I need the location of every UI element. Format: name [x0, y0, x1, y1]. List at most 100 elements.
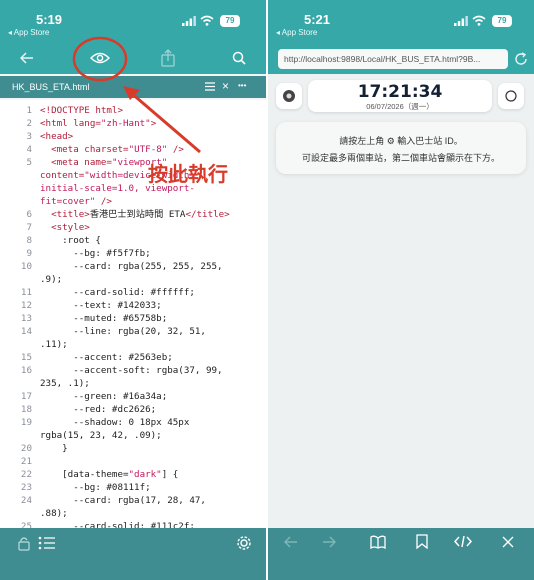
code-text: }: [40, 443, 68, 454]
line-number: 22: [20, 469, 32, 480]
code-line: 10 --card: rgba(255, 255, 255,: [0, 260, 266, 273]
code-text: --accent-soft: rgba(37, 99,: [40, 365, 223, 376]
code-line: 24 --card: rgba(17, 28, 47,: [0, 494, 266, 507]
browser-bottom-bar: [268, 528, 534, 580]
line-number: 5: [26, 157, 32, 168]
code-line: 9 --bg: #f5f7fb;: [0, 247, 266, 260]
code-text: <style>: [51, 222, 90, 233]
line-number: 19: [20, 417, 32, 428]
signal-icon: [182, 16, 196, 26]
code-line: 16 --accent-soft: rgba(37, 99,: [0, 364, 266, 377]
line-number: 14: [20, 326, 32, 337]
info-card: 請按左上角 ⚙ 輸入巴士站 ID。 可設定最多兩個車站，第二個車站會顯示在下方。: [276, 122, 526, 174]
annotation-run-label: 按此執行: [148, 164, 228, 186]
line-number: 13: [20, 313, 32, 324]
reload-icon[interactable]: [514, 52, 528, 66]
code-line: 11 --card-solid: #ffffff;: [0, 286, 266, 299]
line-number: 8: [26, 235, 32, 246]
clock-card: 17:21:34 06/07/2026（週一）: [308, 80, 492, 112]
code-line: rgba(15, 23, 42, .09);: [0, 429, 266, 442]
code-text: fit=cover" />: [40, 196, 112, 207]
theme-toggle-button[interactable]: [498, 83, 524, 109]
code-text: --card: rgba(17, 28, 47,: [40, 495, 206, 506]
line-number: 10: [20, 261, 32, 272]
code-line: 12 --text: #142033;: [0, 299, 266, 312]
book-icon[interactable]: [370, 535, 386, 549]
code-text: --card-solid: #ffffff;: [40, 287, 195, 298]
wifi-icon: [472, 15, 486, 26]
code-text: --muted: #65758b;: [40, 313, 168, 324]
list-icon[interactable]: [38, 536, 56, 550]
close-tab-icon[interactable]: ×: [222, 79, 229, 93]
close-icon[interactable]: [502, 536, 514, 548]
lock-icon[interactable]: [18, 536, 30, 551]
line-number: 1: [26, 105, 32, 116]
code-line: 22 [data-theme="dark"] {: [0, 468, 266, 481]
code-line: 6 <title>香港巴士到站時間 ETA</title>: [0, 208, 266, 221]
line-number: 18: [20, 404, 32, 415]
current-time: 17:21:34: [357, 82, 443, 102]
line-number: 2: [26, 118, 32, 129]
more-icon[interactable]: •••: [238, 81, 246, 90]
search-icon[interactable]: [232, 51, 246, 65]
code-line: 13 --muted: #65758b;: [0, 312, 266, 325]
battery-icon: 79: [492, 15, 512, 27]
code-line: 20 }: [0, 442, 266, 455]
code-text: [data-theme="dark"] {: [40, 469, 179, 480]
code-line: 8 :root {: [0, 234, 266, 247]
code-text: .88);: [40, 508, 68, 519]
line-number: 11: [20, 287, 32, 298]
back-arrow-icon[interactable]: [20, 52, 34, 64]
line-number: 7: [26, 222, 32, 233]
browser-preview-screen: 5:21 ◂ App Store 79 http://localhost:989…: [268, 0, 534, 580]
code-text: --accent: #2563eb;: [40, 352, 173, 363]
back-to-app-store[interactable]: ◂ App Store: [276, 28, 317, 37]
line-number: 12: [20, 300, 32, 311]
settings-gear-icon[interactable]: [236, 535, 252, 551]
code-text: 235, .1);: [40, 378, 90, 389]
code-text: --bg: #08111f;: [40, 482, 151, 493]
code-text: --line: rgba(20, 32, 51,: [40, 326, 206, 337]
bookmark-icon[interactable]: [416, 534, 428, 549]
code-text: --bg: #f5f7fb;: [40, 248, 151, 259]
settings-button[interactable]: [276, 83, 302, 109]
code-line: 19 --shadow: 0 18px 45px: [0, 416, 266, 429]
code-line: 14 --line: rgba(20, 32, 51,: [0, 325, 266, 338]
line-number: 21: [20, 456, 32, 467]
line-number: 6: [26, 209, 32, 220]
code-line: 23 --bg: #08111f;: [0, 481, 266, 494]
info-line-1: 請按左上角 ⚙ 輸入巴士站 ID。: [339, 136, 463, 146]
back-to-app-store[interactable]: ◂ App Store: [8, 28, 49, 37]
line-number: 16: [20, 365, 32, 376]
line-number: 17: [20, 391, 32, 402]
code-text: .9);: [40, 274, 63, 285]
line-number: 9: [26, 248, 32, 259]
code-text: --card: rgba(255, 255, 255,: [40, 261, 223, 272]
line-number: 24: [20, 495, 32, 506]
code-editor-screen: 5:19 ◂ App Store 79 HK_BUS_ETA.html × ••…: [0, 0, 266, 580]
line-number: 23: [20, 482, 32, 493]
status-time: 5:21: [304, 12, 331, 27]
forward-arrow-icon[interactable]: [322, 536, 336, 548]
code-text: --text: #142033;: [40, 300, 162, 311]
status-time: 5:19: [36, 12, 63, 27]
code-text: :root {: [40, 235, 101, 246]
code-text: rgba(15, 23, 42, .09);: [40, 430, 162, 441]
signal-icon: [454, 16, 468, 26]
line-number: 15: [20, 352, 32, 363]
code-line: 235, .1);: [0, 377, 266, 390]
code-text: --red: #dc2626;: [40, 404, 157, 415]
code-text: --green: #16a34a;: [40, 391, 168, 402]
battery-icon: 79: [220, 15, 240, 27]
url-field[interactable]: http://localhost:9898/Local/HK_BUS_ETA.h…: [278, 49, 508, 69]
back-arrow-icon[interactable]: [284, 536, 298, 548]
code-line: 17 --green: #16a34a;: [0, 390, 266, 403]
code-line: .9);: [0, 273, 266, 286]
source-code-icon[interactable]: [454, 535, 472, 548]
editor-bottom-bar: [0, 528, 266, 580]
browser-header: 5:21 ◂ App Store 79 http://localhost:989…: [268, 0, 534, 74]
code-line: .88);: [0, 507, 266, 520]
settings-gear-icon: [283, 90, 295, 102]
line-number: 4: [26, 144, 32, 155]
code-text: <title>香港巴士到站時間 ETA</title>: [51, 209, 230, 220]
